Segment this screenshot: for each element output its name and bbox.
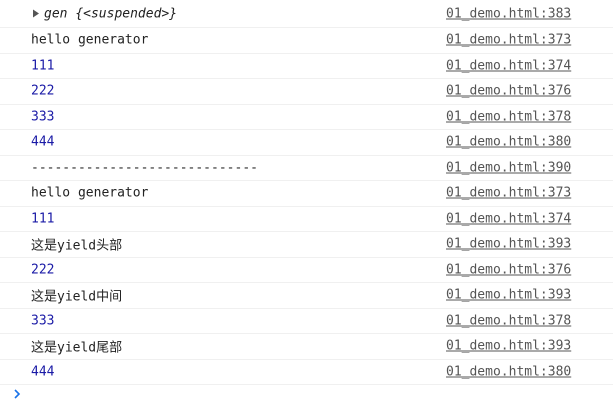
console-panel: gen {<suspended>} 01_demo.html:383 hello…	[0, 0, 613, 405]
console-row: hello generator 01_demo.html:373	[0, 28, 613, 54]
console-row: 333 01_demo.html:378	[0, 309, 613, 334]
log-number: 444	[31, 134, 55, 150]
console-prompt[interactable]	[0, 383, 613, 405]
log-number: 111	[31, 58, 55, 74]
source-link[interactable]: 01_demo.html:376	[446, 262, 571, 277]
log-message: 这是yield头部	[31, 238, 123, 254]
log-number: 111	[31, 211, 55, 227]
log-number: 222	[31, 262, 55, 278]
object-value: {<suspended>}	[75, 6, 178, 21]
source-link[interactable]: 01_demo.html:373	[446, 186, 571, 201]
console-row: hello generator 01_demo.html:373	[0, 181, 613, 207]
source-link[interactable]: 01_demo.html:373	[446, 33, 571, 48]
console-row: 这是yield尾部 01_demo.html:393	[0, 334, 613, 360]
log-message: 这是yield尾部	[31, 340, 123, 356]
console-row: 444 01_demo.html:380	[0, 360, 613, 385]
source-link[interactable]: 01_demo.html:393	[446, 339, 571, 354]
source-link[interactable]: 01_demo.html:378	[446, 109, 571, 124]
expand-triangle-icon[interactable]	[33, 9, 39, 18]
source-link[interactable]: 01_demo.html:374	[446, 58, 571, 73]
log-number: 333	[31, 313, 55, 329]
source-link[interactable]: 01_demo.html:393	[446, 288, 571, 303]
console-row: 222 01_demo.html:376	[0, 258, 613, 283]
log-message: -----------------------------	[31, 160, 258, 176]
source-link[interactable]: 01_demo.html:374	[446, 211, 571, 226]
log-number: 222	[31, 83, 55, 99]
source-link[interactable]: 01_demo.html:383	[446, 6, 571, 21]
console-row: 这是yield头部 01_demo.html:393	[0, 232, 613, 258]
console-row: 111 01_demo.html:374	[0, 54, 613, 79]
source-link[interactable]: 01_demo.html:390	[446, 160, 571, 175]
source-link[interactable]: 01_demo.html:380	[446, 135, 571, 150]
console-row-object: gen {<suspended>} 01_demo.html:383	[0, 0, 613, 28]
console-row: 444 01_demo.html:380	[0, 130, 613, 156]
source-link[interactable]: 01_demo.html:376	[446, 84, 571, 99]
log-number: 444	[31, 364, 55, 380]
source-link[interactable]: 01_demo.html:393	[446, 237, 571, 252]
source-link[interactable]: 01_demo.html:378	[446, 313, 571, 328]
console-row: 这是yield中间 01_demo.html:393	[0, 283, 613, 309]
log-message: hello generator	[31, 185, 149, 201]
object-name: gen	[44, 6, 68, 21]
log-message: hello generator	[31, 32, 149, 48]
console-row: 333 01_demo.html:378	[0, 105, 613, 130]
object-preview[interactable]: gen {<suspended>}	[33, 6, 177, 21]
log-number: 333	[31, 109, 55, 125]
source-link[interactable]: 01_demo.html:380	[446, 364, 571, 379]
console-input[interactable]	[30, 383, 613, 405]
log-message: 这是yield中间	[31, 289, 123, 305]
chevron-right-icon	[14, 389, 21, 399]
console-row: 222 01_demo.html:376	[0, 79, 613, 105]
console-log: gen {<suspended>} 01_demo.html:383 hello…	[0, 0, 613, 385]
console-row: ----------------------------- 01_demo.ht…	[0, 156, 613, 181]
console-row: 111 01_demo.html:374	[0, 207, 613, 232]
